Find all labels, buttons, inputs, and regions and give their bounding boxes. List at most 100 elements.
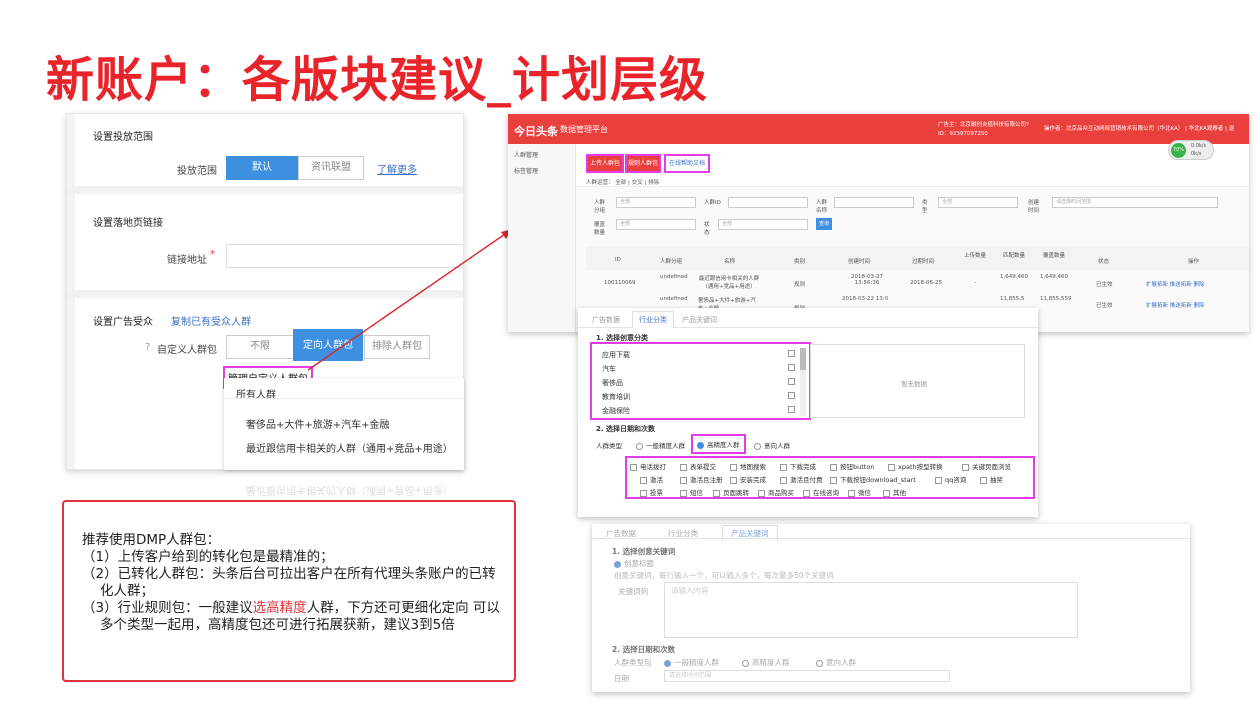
checkbox[interactable]: xpath按型转换 (888, 461, 943, 471)
checkbox[interactable]: 抽奖 (980, 474, 1003, 484)
copy-audience-link[interactable]: 复制已有受众人群 (171, 313, 251, 328)
note-line: 推荐使用DMP人群包： (82, 532, 221, 548)
sidebar-item-audience[interactable]: 人群管理 (514, 150, 538, 159)
advertiser-id: ID：92397097250 (938, 131, 988, 137)
empty-text: 暂无数据 (901, 380, 927, 388)
list-item[interactable]: 应用下载 (602, 350, 630, 360)
range-union-button[interactable]: 资讯联盟 (298, 156, 364, 180)
reflection-text: 最近跟信用卡相关的人群（通用+竞品+用途） (246, 484, 453, 495)
radio-general[interactable]: 一般精度人群 (664, 657, 719, 668)
checkbox[interactable]: 按钮button (830, 461, 874, 471)
checkbox[interactable]: 激活且付费 (780, 474, 823, 484)
checkbox[interactable]: 投票 (640, 487, 663, 497)
keyword-label: 关键词列 (618, 587, 648, 596)
date-label: 日期 (614, 674, 629, 683)
help-icon: ? (145, 342, 151, 353)
row-actions[interactable]: 扩展拓新 推送拓新 删除 (1146, 280, 1205, 288)
audience-unlimited-button[interactable]: 不限 (226, 335, 294, 359)
filter-id-input[interactable] (728, 197, 808, 208)
note-line: （1）上传客户给到的转化包是最精准的； (82, 549, 334, 565)
page-title: 新账户：各版块建议_计划层级 (46, 52, 709, 108)
list-item[interactable]: 汽车 (602, 364, 616, 374)
checkbox[interactable]: 微信 (848, 487, 871, 497)
radio-high[interactable]: 高精度人群 (742, 657, 790, 668)
list-item[interactable]: 奢侈品 (602, 378, 623, 388)
checkbox[interactable]: 下载完成 (780, 461, 816, 471)
arrow-icon (307, 229, 512, 371)
radio-intent[interactable]: 意向人群 (754, 440, 790, 450)
checkbox[interactable]: 表单提交 (680, 461, 716, 471)
step1-title: 1. 选择创意关键词 (612, 547, 676, 556)
platform-name: 数据管理平台 (560, 125, 608, 134)
section-title-range: 设置投放范围 (93, 132, 153, 143)
section-range: 设置投放范围 投放范围 默认 资讯联盟 了解更多 (67, 114, 463, 186)
date-input[interactable]: 请选择时间范围 (664, 670, 950, 682)
filter-date-input[interactable]: 请选择时间范围 (1052, 197, 1218, 208)
dmp-platform-window: 今日头条 数据管理平台 广告主：北京融创炎值科技有限公司? ID：9239709… (508, 114, 1249, 332)
learn-more-link[interactable]: 了解更多 (377, 161, 417, 176)
tab-keywords[interactable]: 产品关键词 (722, 525, 778, 541)
tab-ad-data[interactable]: 广告数据 (606, 528, 636, 539)
filter-group-select[interactable]: 全部 (616, 197, 696, 208)
filter-coverage-select[interactable]: 全部 (616, 219, 696, 230)
sidebar: 人群管理 标签管理 (508, 144, 576, 332)
query-button[interactable]: 查询 (816, 218, 832, 230)
tab-industry[interactable]: 行业分类 (668, 528, 698, 539)
radio-general[interactable]: 一般精度人群 (636, 440, 685, 450)
dropdown-item[interactable]: 奢侈品+大件+旅游+汽车+金融 (246, 416, 390, 431)
speed-badge: 70% (1171, 143, 1186, 158)
audience-dropdown: 所有人群 奢侈品+大件+旅游+汽车+金融 最近跟信用卡相关的人群（通用+竞品+用… (224, 378, 464, 470)
keyword-hint: 创意关键词，每行输入一个，可以输入多个，每次最多50个关键词 (614, 571, 834, 580)
checkbox[interactable]: 短信 (680, 487, 703, 497)
industry-panel: 广告数据 行业分类 产品关键词 1. 选择创意分类 应用下载 汽车 奢侈品 教育… (578, 308, 1038, 517)
help-doc-button[interactable]: 在线帮助文档 (664, 154, 710, 173)
scrollbar[interactable] (800, 348, 806, 416)
keyword-textarea[interactable]: 请输入内容 (664, 582, 1078, 638)
tab-keywords[interactable]: 产品关键词 (682, 315, 717, 325)
section-title-audience: 设置广告受众 (93, 317, 153, 328)
upload-audience-button[interactable]: 上传人群包 (586, 154, 624, 173)
checkbox[interactable]: 关键页面浏览 (962, 461, 1011, 471)
recommendation-note: 推荐使用DMP人群包： （1）上传客户给到的转化包是最精准的； （2）已转化人群… (62, 500, 516, 682)
dropdown-item[interactable]: 最近跟信用卡相关的人群（通用+竞品+用途） (246, 440, 453, 455)
list-item[interactable]: 金融保险 (602, 406, 630, 416)
checkbox[interactable]: 激活且注册 (680, 474, 723, 484)
list-item[interactable]: 教育培训 (602, 392, 630, 402)
filter-status-select[interactable]: 全部 (718, 219, 808, 230)
step2-title: 2. 选择日期和次数 (612, 645, 676, 654)
checkbox[interactable]: 商品购买 (758, 487, 794, 497)
required-mark: * (210, 249, 215, 260)
note-line: （3）行业规则包：一般建议选高精度人群，下方还可更细化定向 可以多个类型一起用，… (82, 600, 500, 633)
filter-name-input[interactable] (834, 197, 914, 208)
radio-high-precision[interactable]: 高精度人群 (691, 434, 746, 454)
tab-ad-data[interactable]: 广告数据 (592, 315, 620, 325)
sidebar-item-tags[interactable]: 标签管理 (514, 166, 538, 175)
checkbox[interactable]: 电话拨打 (630, 461, 666, 471)
checkbox[interactable]: qq咨询 (935, 474, 966, 484)
checkbox[interactable]: 安装完成 (730, 474, 766, 484)
operator-info: 操作者：北京品众互动网络营销技术有限公司（华北KA） | 华北KA观察者 | 退 (1044, 126, 1235, 132)
filter-tabs[interactable]: 人群运营： 全部 | 交叉 | 排除 (586, 178, 659, 186)
range-default-button[interactable]: 默认 (226, 156, 298, 180)
checkbox[interactable]: 其他 (883, 487, 906, 497)
logo: 今日头条 (514, 125, 558, 138)
checkbox[interactable]: 下载按钮download_start (830, 474, 916, 484)
tab-industry[interactable]: 行业分类 (632, 311, 674, 328)
note-line: （2）已转化人群包：头条后台可拉出客户在所有代理头条账户的已转化人群； (82, 566, 496, 599)
keyword-panel: 广告数据 行业分类 产品关键词 1. 选择创意关键词 创意标题 创意关键词，每行… (592, 524, 1190, 692)
checkbox[interactable]: 页面跳转 (713, 487, 749, 497)
audience-type-label: 人群类型 (596, 442, 622, 450)
checkbox[interactable]: 地图搜索 (730, 461, 766, 471)
advertiser-name: 广告主：北京融创炎值科技有限公司? (938, 122, 1029, 128)
rule-audience-button[interactable]: 规则人群包 (625, 154, 661, 173)
category-list: 应用下载 汽车 奢侈品 教育培训 金融保险 (590, 342, 811, 420)
radio-intent[interactable]: 意向人群 (816, 657, 856, 668)
section-title-landing: 设置落地页链接 (93, 218, 163, 229)
checkbox[interactable]: 激活 (640, 474, 663, 484)
range-label: 投放范围 (177, 166, 217, 177)
filter-type-select[interactable]: 全部 (938, 197, 1018, 208)
radio-title[interactable]: 创意标题 (614, 558, 654, 569)
checkbox[interactable]: 在线咨询 (803, 487, 839, 497)
link-label: 链接地址 (167, 255, 207, 266)
type-label: 人群类型包 (614, 658, 652, 667)
